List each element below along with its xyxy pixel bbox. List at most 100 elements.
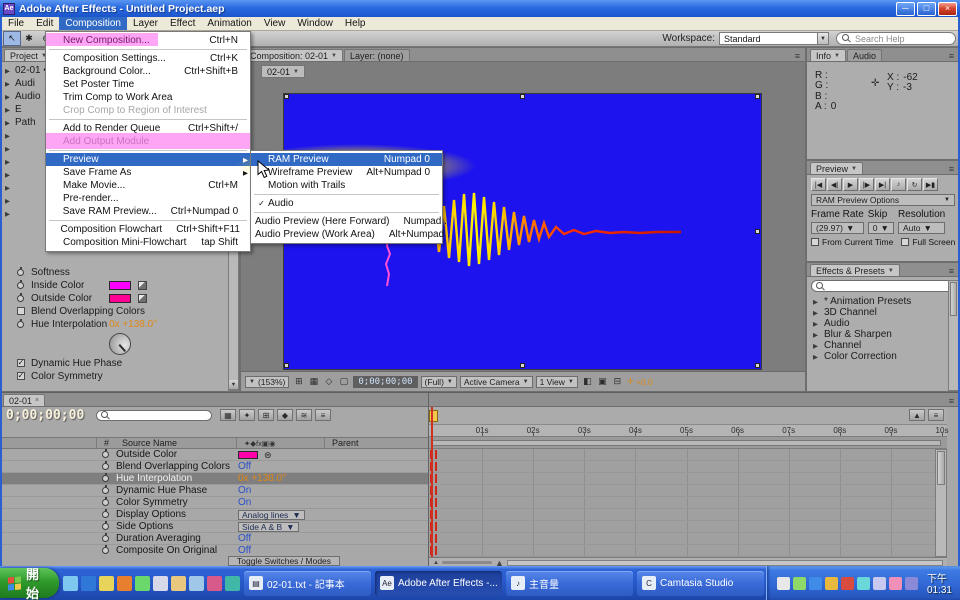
hand-tool-icon[interactable]: ✱ (21, 32, 37, 45)
work-area-span[interactable] (431, 440, 941, 446)
loop-button[interactable]: ↻ (907, 178, 922, 191)
column-number[interactable]: # (104, 438, 109, 448)
timeline-property-value[interactable]: On (238, 485, 251, 497)
quicklaunch-show-desktop-icon[interactable] (63, 576, 78, 591)
menuitem-crop-comp-to-region-of-interest[interactable]: Crop Comp to Region of Interest (46, 104, 250, 117)
toggle-switches-modes-button[interactable]: Toggle Switches / Modes (228, 556, 340, 566)
twirl-right-icon[interactable]: ▶ (5, 197, 12, 205)
timeline-property-value[interactable]: On (238, 497, 251, 509)
keyframe-marker[interactable] (435, 450, 437, 459)
menuitem-set-poster-time[interactable]: Set Poster Time (46, 78, 250, 91)
quicklaunch-media-player-icon[interactable] (117, 576, 132, 591)
scrollbar-thumb[interactable] (937, 451, 945, 485)
twirl-right-icon[interactable]: ▶ (5, 210, 12, 218)
taskbar-task-camtasia-studio[interactable]: CCamtasia Studio (637, 571, 764, 596)
preview-checkbox-full-screen[interactable]: Full Screen (901, 237, 955, 247)
property-value[interactable]: 0x +138.0° (109, 319, 157, 330)
tab-preview[interactable]: Preview ▼ (810, 162, 863, 174)
tab-audio[interactable]: Audio (847, 49, 882, 61)
preview-checkbox-from-current-time[interactable]: From Current Time (811, 237, 893, 247)
checkbox[interactable]: ✓ (17, 372, 25, 380)
track-row[interactable] (429, 509, 935, 521)
tab-effects-presets[interactable]: Effects & Presets ▼ (810, 264, 900, 276)
keyframe-marker[interactable] (435, 462, 437, 471)
tray-usb-icon[interactable] (889, 577, 902, 590)
menu-layer[interactable]: Layer (127, 17, 164, 30)
motion-blur-icon[interactable]: ≡ (315, 409, 331, 421)
panel-menu-icon[interactable]: ≡ (946, 396, 957, 406)
tray-antivirus-icon[interactable] (841, 577, 854, 590)
column-parent[interactable]: Parent (332, 438, 359, 448)
timeline-property-blend-overlapping-colors[interactable]: Blend Overlapping ColorsOff (0, 461, 428, 473)
twirl-right-icon[interactable]: ▶ (5, 119, 12, 127)
comp-mini-flowchart-icon[interactable]: ▦ (220, 409, 236, 421)
twirl-right-icon[interactable]: ▶ (5, 145, 12, 153)
last-frame-button[interactable]: ▶| (875, 178, 890, 191)
effect-property-inside-color[interactable]: Inside Color (1, 279, 227, 292)
timeline-property-value[interactable]: 0x +138.0° (238, 473, 286, 485)
track-row[interactable] (429, 521, 935, 533)
checkbox[interactable] (17, 307, 25, 315)
zoom-slider-icon[interactable]: ≡ (928, 409, 944, 421)
tab-info[interactable]: Info▼ (810, 49, 846, 61)
work-area-bar[interactable] (429, 437, 947, 449)
twirl-right-icon[interactable]: ▶ (5, 171, 12, 179)
twirl-right-icon[interactable]: ▶ (813, 353, 820, 361)
menuitem-add-output-module[interactable]: Add Output Module (46, 135, 250, 148)
track-row[interactable] (429, 449, 935, 461)
menuitem-audio[interactable]: ✓Audio (251, 197, 442, 210)
quicklaunch-notepad-icon[interactable] (189, 576, 204, 591)
menu-file[interactable]: File (2, 17, 30, 30)
twirl-right-icon[interactable]: ▶ (813, 342, 820, 350)
track-row[interactable] (429, 533, 935, 545)
keyframe-marker[interactable] (435, 486, 437, 495)
menuitem-ram-preview[interactable]: RAM PreviewNumpad 0 (251, 153, 442, 166)
help-search-input[interactable]: Search Help (836, 32, 956, 45)
timeline-property-value[interactable]: Off (238, 461, 251, 473)
next-frame-button[interactable]: |▶ (859, 178, 874, 191)
quicklaunch-camtasia-icon[interactable] (225, 576, 240, 591)
taskbar-task-主音量[interactable]: ♪主音量 (506, 571, 633, 596)
timeline-zoom-slider[interactable] (442, 561, 492, 564)
layer-handle[interactable] (520, 94, 525, 99)
timeline-property-side-options[interactable]: Side OptionsSide A & B▼ (0, 521, 428, 533)
frame-blend-icon[interactable]: ≋ (296, 409, 312, 421)
stopwatch-icon[interactable] (17, 282, 24, 289)
twirl-right-icon[interactable]: ▶ (5, 184, 12, 192)
snapshot-icon[interactable]: ▢ (337, 376, 350, 388)
stopwatch-icon[interactable] (102, 547, 109, 554)
menuitem-pre-render[interactable]: Pre-render... (46, 192, 250, 205)
stopwatch-icon[interactable] (102, 535, 109, 542)
effects-category-audio[interactable]: ▶Audio (807, 318, 948, 329)
effects-category-blur-sharpen[interactable]: ▶Blur & Sharpen (807, 329, 948, 340)
twirl-right-icon[interactable]: ▶ (5, 80, 12, 88)
panel-menu-icon[interactable]: ≡ (946, 164, 957, 174)
timeline-dropdown[interactable]: Side A & B▼ (238, 522, 299, 532)
stopwatch-icon[interactable] (102, 463, 109, 470)
effect-property-hue-interpolation[interactable]: Hue Interpolation0x +138.0° (1, 318, 227, 331)
close-button-icon[interactable]: × (938, 2, 957, 16)
effects-category-animation-presets[interactable]: ▶* Animation Presets (807, 296, 948, 307)
layer-handle[interactable] (755, 94, 760, 99)
resolution-select[interactable]: (Full) ▼ (421, 376, 457, 388)
mask-visibility-icon[interactable]: ◇ (322, 376, 335, 388)
keyframe-marker[interactable] (435, 522, 437, 531)
zoom-select[interactable]: ▼ (153%) (245, 376, 289, 388)
preview-field-select[interactable]: (29.97)▼ (811, 222, 864, 234)
checkbox[interactable] (811, 238, 819, 246)
show-channel-icon[interactable]: ◧ (581, 376, 594, 388)
timeline-property-duration-averaging[interactable]: Duration AveragingOff (0, 533, 428, 545)
hide-shy-icon[interactable]: ◆ (277, 409, 293, 421)
track-row[interactable] (429, 473, 935, 485)
zoom-out-mountain-icon[interactable]: ▲ (433, 560, 439, 566)
keyframe-marker[interactable] (435, 474, 437, 483)
panel-menu-icon[interactable]: ≡ (792, 51, 803, 61)
effect-property-dial[interactable] (1, 331, 227, 357)
pixel-aspect-icon[interactable]: ⊟ (611, 376, 624, 388)
twirl-right-icon[interactable]: ▶ (813, 298, 820, 306)
tray-network-icon[interactable] (825, 577, 838, 590)
exposure-control[interactable]: ✛ +0.0 (627, 376, 653, 387)
menuitem-composition-settings[interactable]: Composition Settings...Ctrl+K (46, 52, 250, 65)
keyframe-marker[interactable] (435, 498, 437, 507)
grid-icon[interactable]: ▦ (307, 376, 320, 388)
